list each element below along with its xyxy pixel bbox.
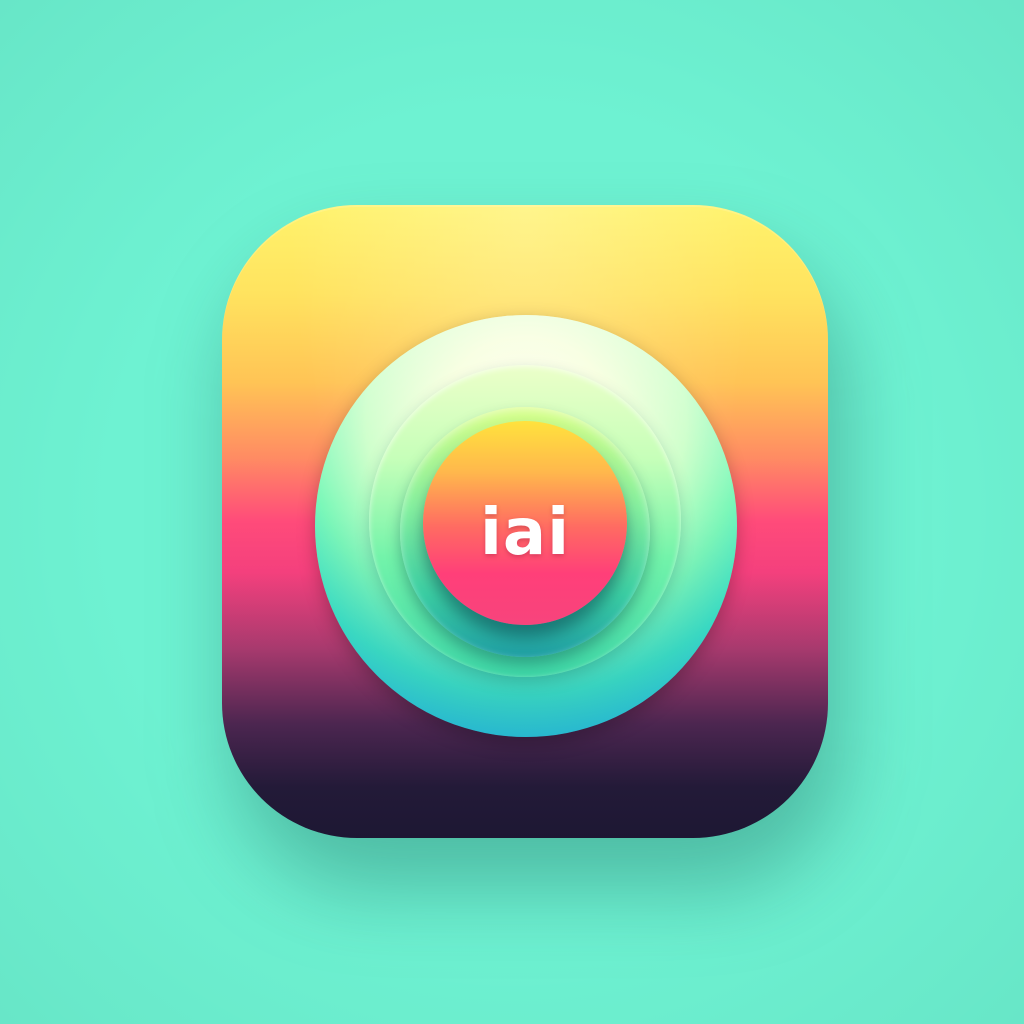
- app-icon-core: iai: [423, 421, 627, 625]
- app-icon-label: iai: [479, 496, 571, 570]
